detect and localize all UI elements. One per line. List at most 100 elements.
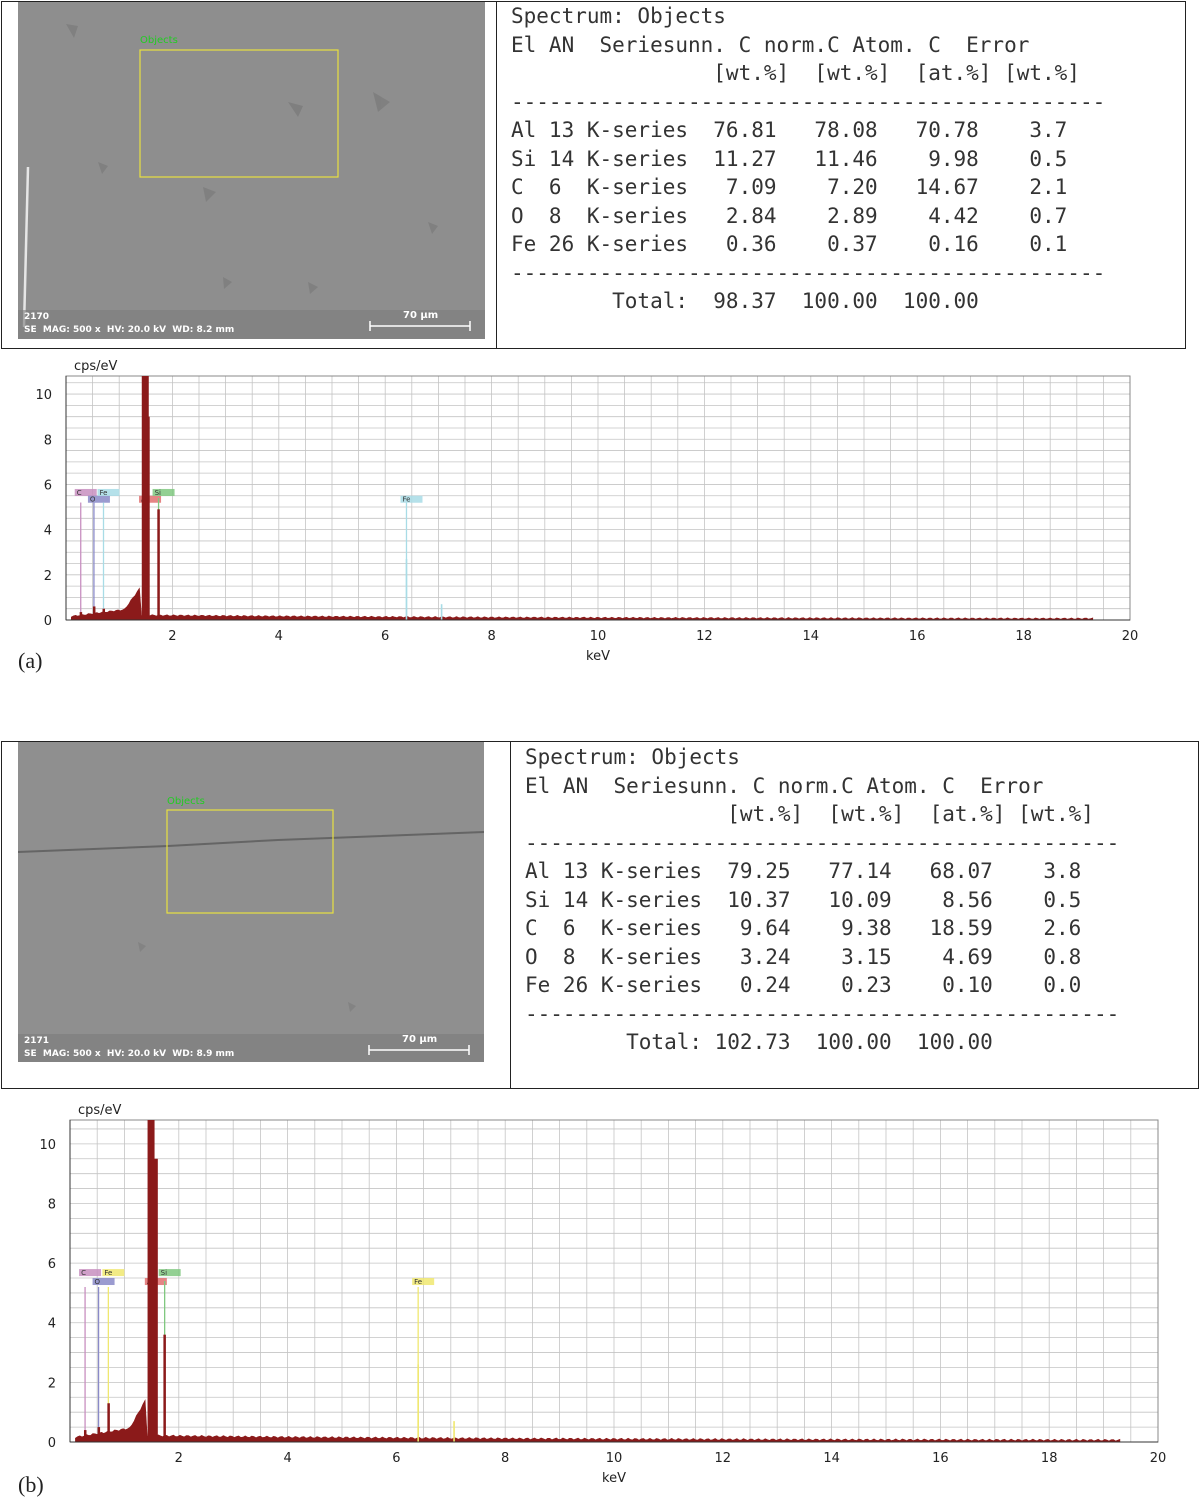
y-tick-label: 6 xyxy=(48,1257,56,1272)
spectrum-peak xyxy=(163,1334,166,1442)
table-header: El AN Seriesunn. C norm.C Atom. C Error xyxy=(511,32,1030,57)
x-tick-label: 14 xyxy=(823,1451,840,1466)
element-tag-label: C xyxy=(81,1269,86,1277)
sem-image-id: 2171 xyxy=(24,1036,50,1046)
table-title: Spectrum: Objects xyxy=(511,4,726,28)
y-tick-label: 0 xyxy=(48,1436,56,1451)
panel-label-a: (a) xyxy=(18,648,43,673)
table-row: Fe 26 K-series 0.24 0.23 0.10 0.0 xyxy=(525,973,1082,997)
x-tick-label: 12 xyxy=(696,629,713,644)
table-row: O 8 K-series 2.84 2.89 4.42 0.7 xyxy=(511,203,1068,228)
table-total: Total: 98.37 100.00 100.00 xyxy=(511,289,979,313)
y-tick-label: 4 xyxy=(44,524,52,539)
table-separator: ----------------------------------------… xyxy=(511,260,1106,285)
y-tick-label: 8 xyxy=(44,433,52,448)
x-tick-label: 10 xyxy=(606,1451,623,1466)
sem-footer: SE MAG: 500 x HV: 20.0 kV WD: 8.9 mm xyxy=(24,1049,235,1059)
table-row: Si 14 K-series 11.27 11.46 9.98 0.5 xyxy=(511,146,1068,171)
spectrum-peak xyxy=(92,606,96,620)
element-tag-label: C xyxy=(77,489,82,497)
spectrum-peak xyxy=(147,416,150,620)
table-title: Spectrum: Objects xyxy=(525,745,740,769)
panel-a-divider xyxy=(496,1,497,349)
panel-b-divider xyxy=(510,741,511,1089)
x-tick-label: 2 xyxy=(168,629,176,644)
table-row: Fe 26 K-series 0.36 0.37 0.16 0.1 xyxy=(511,232,1068,256)
table-separator: ----------------------------------------… xyxy=(525,830,1120,855)
element-tag-label: Fe xyxy=(402,496,410,504)
x-tick-label: 8 xyxy=(487,629,495,644)
table-row: Al 13 K-series 76.81 78.08 70.78 3.7 xyxy=(511,118,1068,142)
element-tag-label: Si xyxy=(155,489,161,497)
sem-footer: SE MAG: 500 x HV: 20.0 kV WD: 8.2 mm xyxy=(24,325,235,335)
table-units: [wt.%] [wt.%] [at.%] [wt.%] xyxy=(525,802,1094,826)
sem-image-b: Objects 2171 SE MAG: 500 x HV: 20.0 kV W… xyxy=(18,742,484,1062)
spectrum-peak xyxy=(417,1364,419,1442)
table-row: Si 14 K-series 10.37 10.09 8.56 0.5 xyxy=(525,887,1082,912)
spectrum-peak xyxy=(440,604,443,620)
y-tick-label: 2 xyxy=(48,1376,56,1391)
spectrum-peak xyxy=(453,1421,455,1442)
table-total: Total: 102.73 100.00 100.00 xyxy=(525,1030,993,1054)
x-tick-label: 20 xyxy=(1150,1451,1167,1466)
y-tick-label: 10 xyxy=(35,388,52,403)
x-tick-label: 10 xyxy=(590,629,607,644)
x-tick-label: 6 xyxy=(381,629,389,644)
sem-scale-label: 70 µm xyxy=(402,1034,438,1045)
spectrum-peak xyxy=(102,608,106,620)
table-units: [wt.%] [wt.%] [at.%] [wt.%] xyxy=(511,61,1080,85)
x-tick-label: 4 xyxy=(283,1451,291,1466)
x-tick-label: 12 xyxy=(715,1451,732,1466)
sem-image-id: 2170 xyxy=(24,312,50,322)
table-separator: ----------------------------------------… xyxy=(511,89,1106,114)
panel-label-b: (b) xyxy=(18,1472,44,1497)
sem-objects-label: Objects xyxy=(167,796,205,807)
y-tick-label: 2 xyxy=(44,569,52,584)
sem-texture-b xyxy=(18,742,484,1062)
element-tag-label: Fe xyxy=(100,489,108,497)
element-tag-label: Si xyxy=(161,1269,167,1277)
spectrum-peak xyxy=(405,559,408,620)
x-tick-label: 16 xyxy=(909,629,926,644)
x-tick-label: 18 xyxy=(1015,629,1032,644)
element-tag-label: O xyxy=(90,496,96,504)
element-tag-label: O xyxy=(95,1278,101,1286)
x-axis-label: keV xyxy=(586,649,610,664)
x-tick-label: 6 xyxy=(392,1451,400,1466)
table-row: C 6 K-series 9.64 9.38 18.59 2.6 xyxy=(525,916,1082,940)
y-tick-label: 4 xyxy=(48,1317,56,1332)
x-tick-label: 16 xyxy=(932,1451,949,1466)
x-tick-label: 8 xyxy=(501,1451,509,1466)
y-tick-label: 10 xyxy=(39,1138,56,1153)
y-tick-label: 6 xyxy=(44,478,52,493)
x-tick-label: 14 xyxy=(803,629,820,644)
table-row: C 6 K-series 7.09 7.20 14.67 2.1 xyxy=(511,175,1068,199)
spectrum-peak xyxy=(157,509,160,620)
eds-spectrum-chart-a: COFeAlSiFe24681012141618200246810cps/eVk… xyxy=(35,359,1138,664)
spectrum-continuum xyxy=(70,587,1094,621)
sem-image-a: Objects 2170 SE MAG: 500 x HV: 20.0 kV W… xyxy=(18,2,485,339)
sem-objects-label: Objects xyxy=(140,35,178,46)
table-row: O 8 K-series 3.24 3.15 4.69 0.8 xyxy=(525,944,1082,969)
spectrum-peak xyxy=(97,1427,101,1442)
x-tick-label: 18 xyxy=(1041,1451,1058,1466)
sem-scale-label: 70 µm xyxy=(403,310,439,321)
x-tick-label: 4 xyxy=(275,629,283,644)
spectrum-peak xyxy=(79,612,83,620)
spectrum-continuum xyxy=(75,1399,1121,1443)
spectrum-table-a: Spectrum: Objects El AN Seriesunn. C nor… xyxy=(511,2,1105,316)
element-tag-label: Fe xyxy=(104,1269,112,1277)
x-axis-label: keV xyxy=(602,1471,626,1486)
spectrum-peak xyxy=(107,1403,110,1442)
x-tick-label: 2 xyxy=(175,1451,183,1466)
table-separator: ----------------------------------------… xyxy=(525,1001,1120,1026)
y-tick-label: 0 xyxy=(44,614,52,629)
y-axis-label: cps/eV xyxy=(78,1103,122,1118)
eds-spectrum-chart-b: COFeAlSiFe24681012141618200246810cps/eVk… xyxy=(39,1103,1167,1486)
sem-texture-a xyxy=(18,2,485,339)
y-tick-label: 8 xyxy=(48,1197,56,1212)
table-header: El AN Seriesunn. C norm.C Atom. C Error xyxy=(525,773,1044,798)
element-tag-label: Fe xyxy=(414,1278,422,1286)
table-row: Al 13 K-series 79.25 77.14 68.07 3.8 xyxy=(525,859,1082,883)
spectrum-table-b: Spectrum: Objects El AN Seriesunn. C nor… xyxy=(525,743,1119,1057)
